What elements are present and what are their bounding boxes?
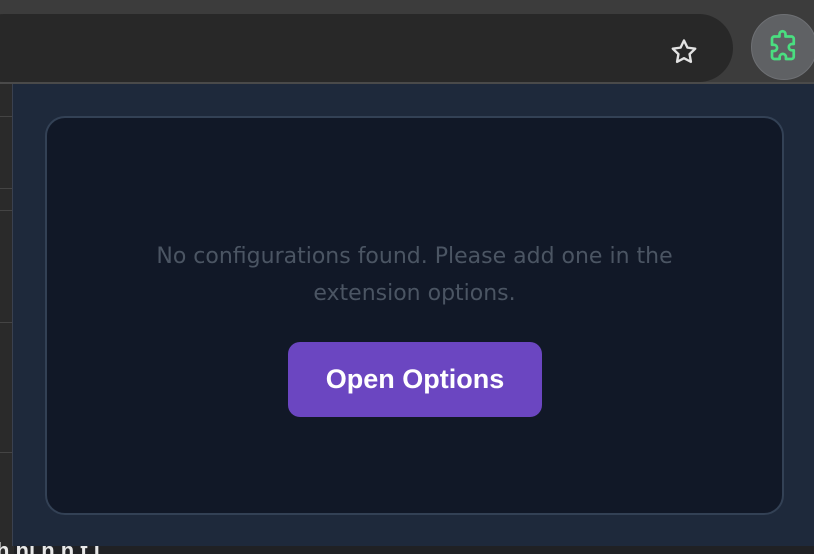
empty-state-card: No configurations found. Please add one … (45, 116, 784, 515)
browser-toolbar (0, 6, 814, 84)
puzzle-piece-icon (770, 29, 796, 61)
address-bar[interactable] (0, 14, 733, 82)
browser-window: h hl h h t i No configurations found. Pl… (0, 0, 814, 554)
empty-state-message: No configurations found. Please add one … (156, 244, 673, 306)
star-outline-icon (671, 39, 697, 64)
extension-button[interactable] (751, 14, 814, 80)
extension-popup: No configurations found. Please add one … (12, 84, 814, 546)
bookmark-star-button[interactable] (664, 32, 704, 72)
open-options-button[interactable]: Open Options (288, 342, 542, 417)
